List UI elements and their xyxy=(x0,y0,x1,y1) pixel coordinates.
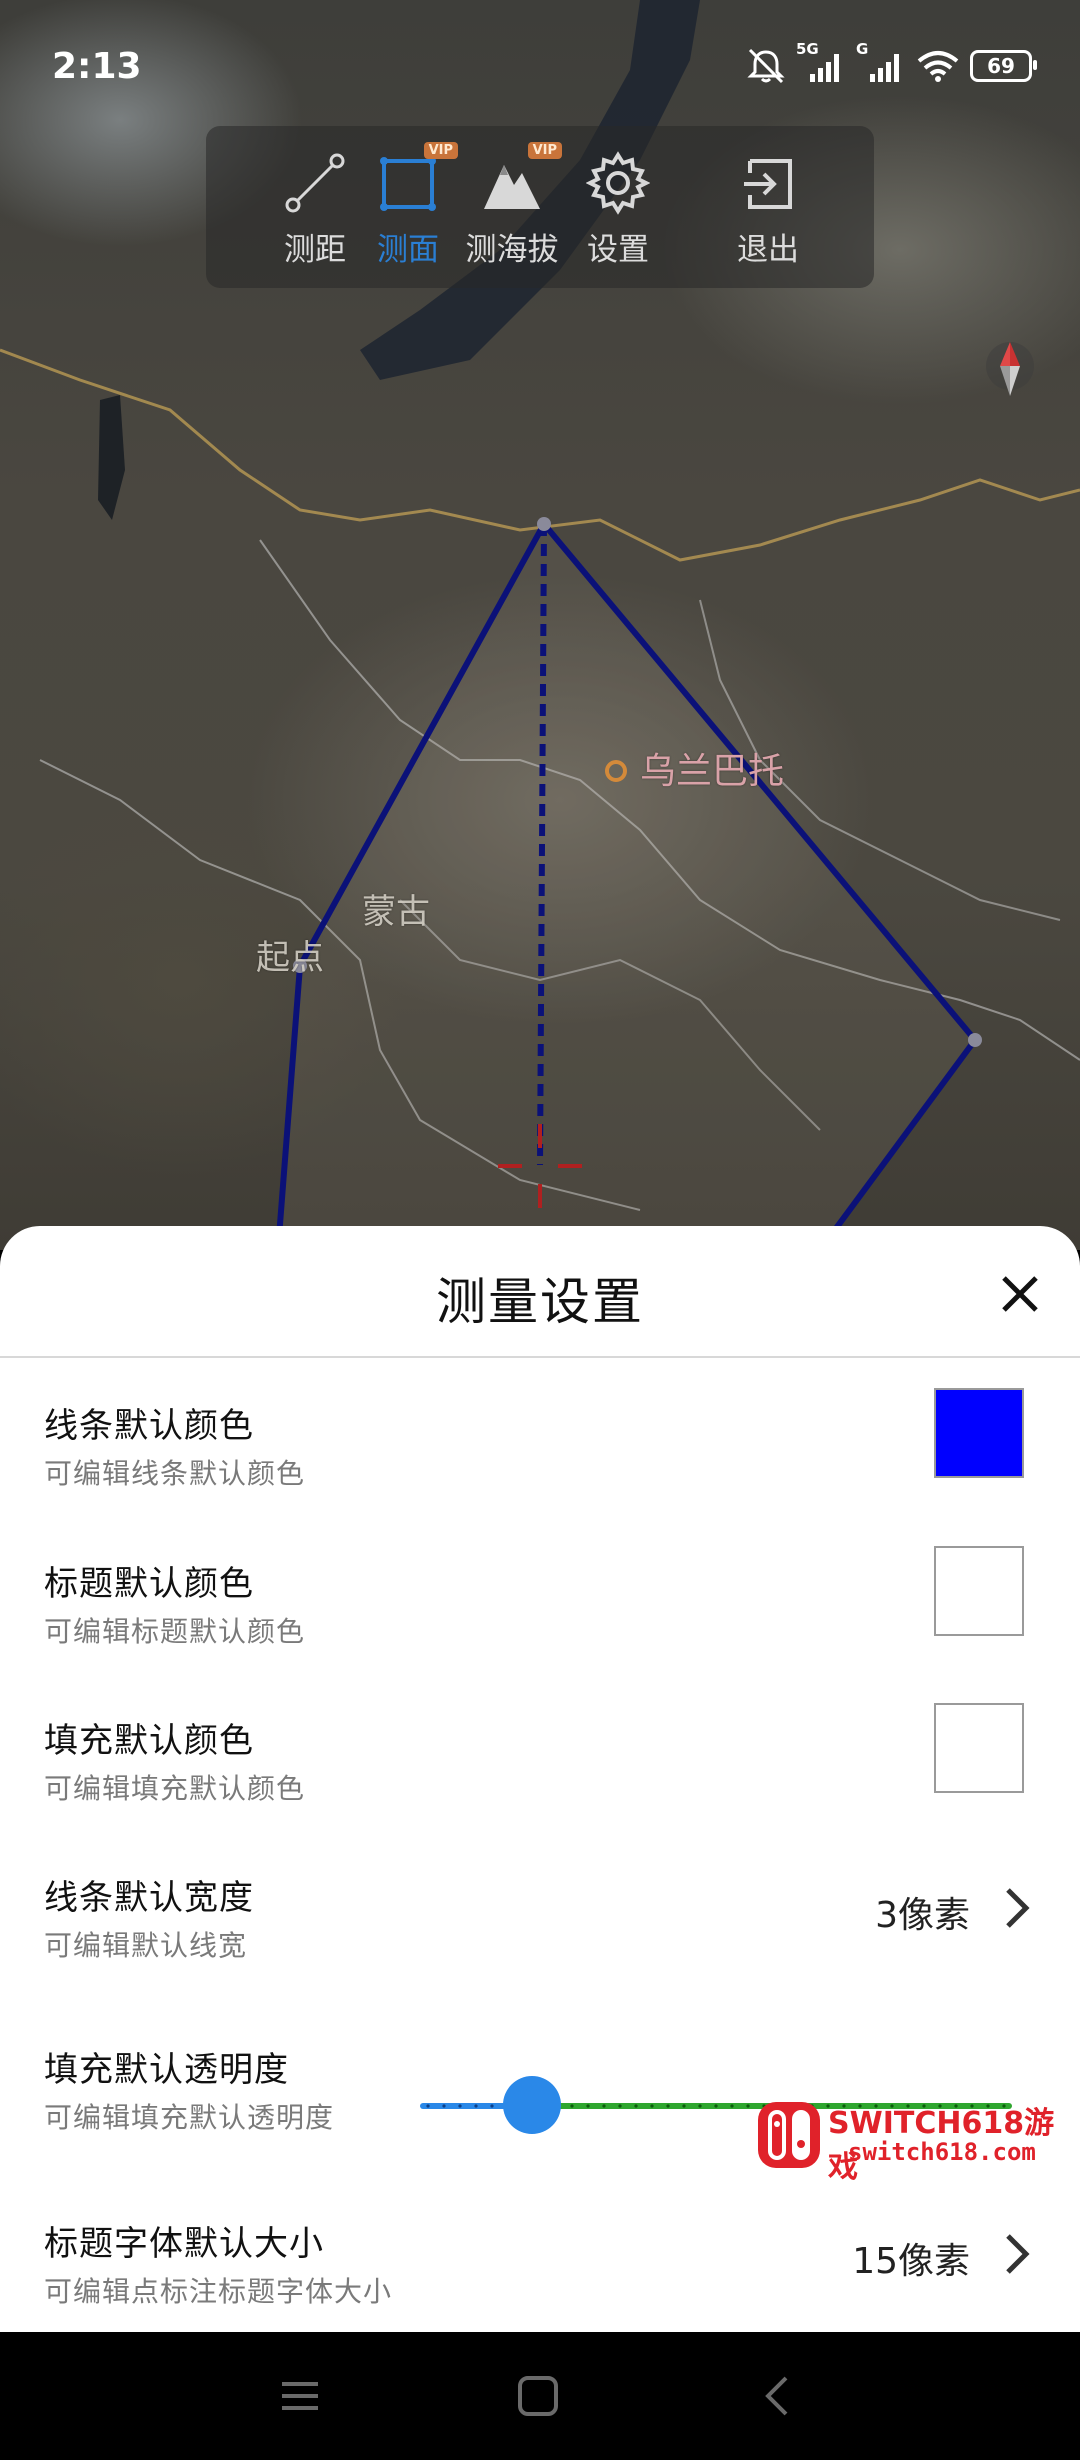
slider-tick xyxy=(570,2104,574,2108)
setting-value: 3像素 xyxy=(875,1895,970,1936)
tool-distance-label: 测距 xyxy=(284,232,346,268)
back-button[interactable] xyxy=(748,2366,808,2426)
tool-area-label: 测面 xyxy=(377,232,439,268)
setting-value: 15像素 xyxy=(852,2241,970,2282)
sheet-title: 测量设置 xyxy=(436,1273,644,1331)
ulaanbaatar-label: 乌兰巴托 xyxy=(640,751,785,792)
tool-altitude-label: 测海拔 xyxy=(465,232,559,268)
slider-tick xyxy=(666,2104,670,2108)
setting-title: 线条默认宽度 xyxy=(44,1878,254,1918)
slider-tick xyxy=(602,2104,606,2108)
vertex xyxy=(537,517,551,531)
slider-tick xyxy=(426,2104,430,2108)
setting-row-line-width[interactable]: 线条默认宽度 可编辑默认线宽 3像素 xyxy=(0,1860,1080,2010)
menu-button[interactable] xyxy=(270,2366,330,2426)
tool-settings-label: 设置 xyxy=(587,232,649,268)
tool-settings[interactable]: 设置 xyxy=(576,126,660,288)
network-type: 5G xyxy=(796,40,819,58)
slider-knob[interactable] xyxy=(503,2076,561,2134)
color-swatch[interactable] xyxy=(934,1388,1024,1478)
setting-row-line-color[interactable]: 线条默认颜色 可编辑线条默认颜色 xyxy=(0,1388,1080,1538)
slider-tick xyxy=(490,2104,494,2108)
setting-row-title-color[interactable]: 标题默认颜色 可编辑标题默认颜色 xyxy=(0,1546,1080,1696)
area-square-icon xyxy=(380,157,436,211)
setting-subtitle: 可编辑默认线宽 xyxy=(44,1929,248,1962)
mongolia-label: 蒙古 xyxy=(362,892,430,932)
switch-logo xyxy=(758,2102,820,2168)
color-swatch[interactable] xyxy=(934,1703,1024,1793)
gear-icon xyxy=(586,151,650,215)
signal-icon: G xyxy=(856,40,906,84)
tool-exit[interactable]: 退出 xyxy=(726,126,810,288)
setting-subtitle: 可编辑填充默认透明度 xyxy=(44,2101,335,2134)
tool-altitude[interactable]: VIP 测海拔 xyxy=(460,126,564,288)
measure-toolbar: 测距 VIP 测面 VIP 测海拔 设置 退出 xyxy=(206,126,874,288)
setting-subtitle: 可编辑填充默认颜色 xyxy=(44,1772,306,1805)
wifi-icon xyxy=(917,51,959,82)
status-bar: 2:13 5G G 69 xyxy=(0,0,1080,130)
start-label: 起点 xyxy=(256,938,324,978)
slider-tick xyxy=(634,2104,638,2108)
setting-subtitle: 可编辑线条默认颜色 xyxy=(44,1457,306,1490)
exit-icon xyxy=(744,159,792,209)
chevron-right-icon xyxy=(1006,1888,1030,1928)
navigation-bar xyxy=(0,2332,1080,2460)
status-icons: 5G G 69 xyxy=(746,40,1037,84)
network-type: G xyxy=(856,40,869,58)
slider-tick xyxy=(730,2104,734,2108)
setting-row-fill-color[interactable]: 填充默认颜色 可编辑填充默认颜色 xyxy=(0,1703,1080,1853)
setting-title: 线条默认颜色 xyxy=(44,1406,254,1446)
setting-title: 标题字体默认大小 xyxy=(44,2224,324,2264)
setting-subtitle: 可编辑点标注标题字体大小 xyxy=(44,2275,393,2308)
battery-level: 69 xyxy=(987,54,1015,78)
close-button[interactable] xyxy=(990,1264,1050,1324)
chevron-right-icon xyxy=(1006,2234,1030,2274)
home-icon xyxy=(518,2376,558,2416)
tool-exit-label: 退出 xyxy=(737,232,799,268)
vip-badge: VIP xyxy=(423,142,458,159)
slider-tick xyxy=(458,2104,462,2108)
home-button[interactable] xyxy=(508,2366,568,2426)
slider-tick xyxy=(714,2104,718,2108)
mountain-icon xyxy=(484,165,540,209)
small-lake xyxy=(98,395,125,520)
signal-icon: 5G xyxy=(796,40,846,84)
menu-icon xyxy=(282,2382,318,2410)
setting-title: 标题默认颜色 xyxy=(44,1564,254,1604)
setting-title: 填充默认透明度 xyxy=(44,2050,289,2090)
slider-tick xyxy=(442,2104,446,2108)
compass-icon[interactable] xyxy=(982,336,1038,402)
slider-tick xyxy=(746,2104,750,2108)
bell-off-icon xyxy=(747,48,785,84)
vertex xyxy=(968,1033,982,1047)
watermark: SWITCH618游戏 switch618.com xyxy=(756,2096,1066,2185)
slider-tick xyxy=(682,2104,686,2108)
ruler-line-icon xyxy=(285,153,345,213)
back-icon xyxy=(765,2376,788,2416)
setting-title: 填充默认颜色 xyxy=(44,1721,254,1761)
slider-tick xyxy=(650,2104,654,2108)
battery-icon: 69 xyxy=(970,50,1037,82)
slider-tick xyxy=(474,2104,478,2108)
status-time: 2:13 xyxy=(52,46,142,87)
slider-tick xyxy=(618,2104,622,2108)
sheet-divider xyxy=(0,1356,1080,1358)
vip-badge: VIP xyxy=(527,142,562,159)
tool-area[interactable]: VIP 测面 xyxy=(366,126,458,288)
color-swatch[interactable] xyxy=(934,1546,1024,1636)
slider-tick xyxy=(586,2104,590,2108)
tool-distance[interactable]: 测距 xyxy=(270,126,360,288)
slider-tick xyxy=(698,2104,702,2108)
setting-subtitle: 可编辑标题默认颜色 xyxy=(44,1615,306,1648)
watermark-url: switch618.com xyxy=(848,2138,1036,2166)
settings-sheet: 测量设置 线条默认颜色 可编辑线条默认颜色 标题默认颜色 可编辑标题默认颜色 填… xyxy=(0,1226,1080,2332)
close-icon xyxy=(1002,1276,1038,1312)
